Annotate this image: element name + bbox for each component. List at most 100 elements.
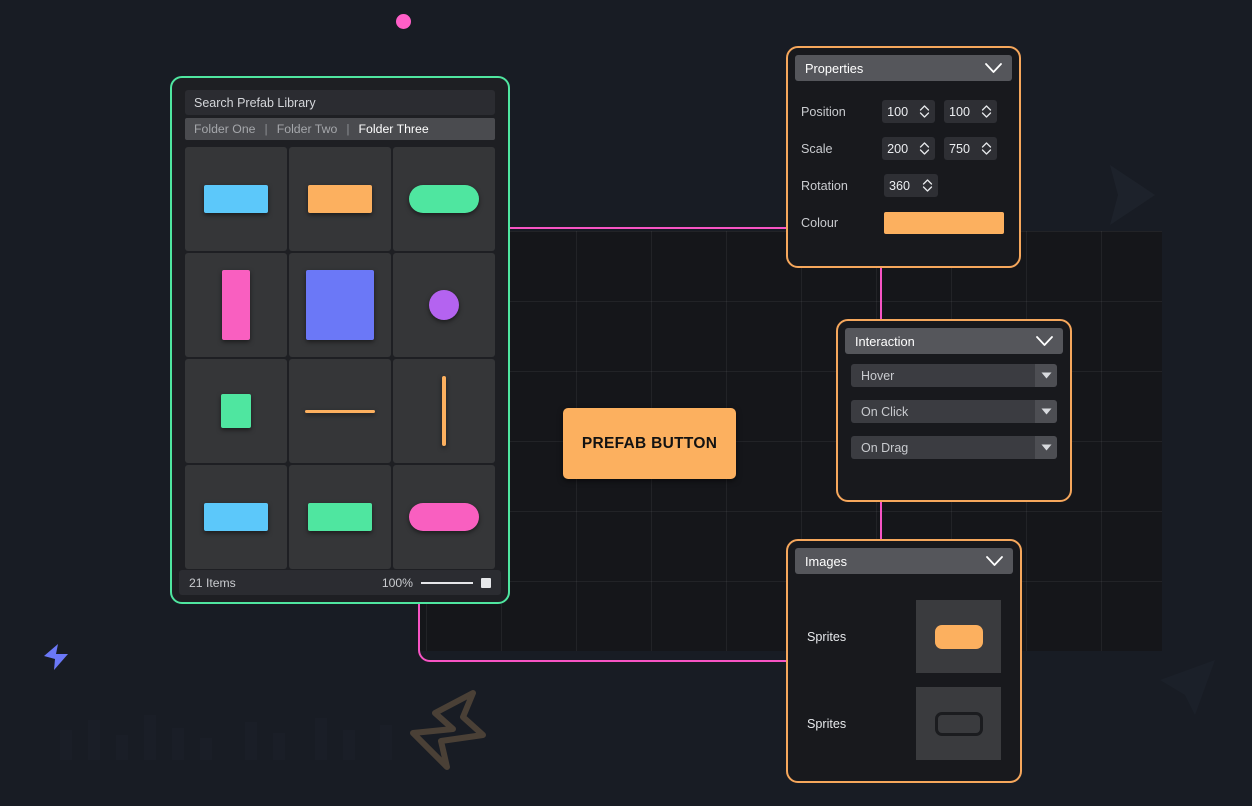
colour-row: Colour [801, 204, 1006, 241]
prefab-button-instance[interactable]: PREFAB BUTTON [563, 408, 736, 479]
prefab-cell[interactable] [289, 465, 391, 569]
prefab-shape-pill-pink [409, 503, 479, 531]
prefab-shape-line-v-orange [442, 376, 446, 446]
rotation-value: 360 [889, 178, 911, 193]
library-footer: 21 Items 100% [179, 570, 501, 595]
prefab-cell[interactable] [393, 253, 495, 357]
stepper-icon[interactable] [981, 104, 992, 119]
dropdown-caret-icon[interactable] [1035, 400, 1057, 423]
sprite-row-outline: Sprites [788, 680, 1020, 767]
position-y-value: 100 [949, 104, 971, 119]
folder-tabs: Folder One | Folder Two | Folder Three [185, 118, 495, 140]
images-body: Sprites Sprites [788, 581, 1020, 767]
connector-library-to-properties [501, 227, 791, 229]
sprite-thumbnail-filled[interactable] [916, 600, 1001, 673]
interaction-body: Hover On Click On Drag [838, 361, 1070, 459]
prefab-shape-rect-orange [308, 185, 372, 213]
pink-dot-decoration [396, 14, 411, 29]
stepper-icon[interactable] [922, 178, 933, 193]
item-count-label: 21 Items [189, 575, 236, 590]
pill-filled-icon [934, 624, 983, 649]
position-row: Position 100 100 [801, 93, 1006, 130]
prefab-shape-rect-blue [204, 185, 268, 213]
properties-panel-header[interactable]: Properties [795, 55, 1012, 81]
scale-row: Scale 200 750 [801, 130, 1006, 167]
hover-select[interactable]: Hover [851, 364, 1057, 387]
prefab-cell[interactable] [185, 147, 287, 251]
prefab-cell[interactable] [185, 465, 287, 569]
colour-swatch[interactable] [884, 211, 1004, 234]
prefab-shape-square-green [221, 394, 251, 428]
sprite-label: Sprites [807, 629, 847, 644]
prefab-cell[interactable] [289, 253, 391, 357]
scale-y-value: 750 [949, 141, 971, 156]
stepper-icon[interactable] [919, 141, 930, 156]
on-drag-select[interactable]: On Drag [851, 436, 1057, 459]
tab-separator: | [264, 122, 268, 136]
prefab-cell[interactable] [185, 253, 287, 357]
prefab-library-panel: Search Prefab Library Folder One | Folde… [170, 76, 510, 604]
scale-y-input[interactable]: 750 [944, 137, 997, 160]
images-panel: Images Sprites Sprites [786, 539, 1022, 783]
pill-outline-icon [934, 711, 983, 736]
prefab-shape-square-blue [306, 270, 374, 340]
chevron-down-icon[interactable] [986, 555, 1003, 567]
scale-label: Scale [801, 141, 833, 156]
images-panel-title: Images [805, 553, 847, 569]
scale-x-input[interactable]: 200 [882, 137, 936, 160]
rotation-label: Rotation [801, 178, 848, 193]
folder-tab-three[interactable]: Folder Three [359, 122, 429, 136]
on-click-select-value: On Click [851, 400, 1035, 423]
prefab-shape-rect-tall-pink [222, 270, 250, 340]
hover-select-value: Hover [851, 364, 1035, 387]
interaction-panel-title: Interaction [855, 333, 915, 349]
folder-tab-one[interactable]: Folder One [194, 122, 256, 136]
chevron-down-icon[interactable] [985, 62, 1002, 74]
app-root: PREFAB BUTTON Search Prefab Library Fold… [0, 0, 1252, 806]
zoom-slider-track[interactable] [421, 581, 473, 584]
properties-body: Position 100 100 Scale 200 750 Rotation … [788, 88, 1019, 241]
properties-panel-title: Properties [805, 60, 864, 76]
prefab-shape-rect-green [308, 503, 372, 531]
properties-panel: Properties Position 100 100 Scale 200 75… [786, 46, 1021, 268]
dropdown-caret-icon[interactable] [1035, 364, 1057, 387]
tab-separator: | [346, 122, 350, 136]
sprite-row-filled: Sprites [788, 593, 1020, 680]
colour-label: Colour [801, 215, 839, 230]
prefab-grid [185, 147, 495, 569]
stepper-icon[interactable] [981, 141, 992, 156]
prefab-shape-pill-green [409, 185, 479, 213]
search-input[interactable]: Search Prefab Library [185, 90, 495, 115]
position-x-input[interactable]: 100 [882, 100, 936, 123]
connector-properties-to-interaction [880, 262, 882, 324]
connector-library-to-images [430, 660, 794, 662]
position-x-value: 100 [887, 104, 909, 119]
prefab-cell[interactable] [289, 147, 391, 251]
dropdown-caret-icon[interactable] [1035, 436, 1057, 459]
on-drag-select-value: On Drag [851, 436, 1035, 459]
interaction-panel-header[interactable]: Interaction [845, 328, 1063, 354]
scale-x-value: 200 [887, 141, 909, 156]
prefab-cell[interactable] [289, 359, 391, 463]
sprite-label: Sprites [807, 716, 847, 731]
folder-tab-two[interactable]: Folder Two [277, 122, 338, 136]
sprite-thumbnail-outline[interactable] [916, 687, 1001, 760]
rotation-input[interactable]: 360 [884, 174, 938, 197]
prefab-cell[interactable] [393, 359, 495, 463]
prefab-cell[interactable] [393, 147, 495, 251]
rotation-row: Rotation 360 [801, 167, 1006, 204]
interaction-panel: Interaction Hover On Click On Drag [836, 319, 1072, 502]
stepper-icon[interactable] [919, 104, 930, 119]
on-click-select[interactable]: On Click [851, 400, 1057, 423]
zoom-control[interactable]: 100% [382, 576, 491, 590]
prefab-cell[interactable] [393, 465, 495, 569]
chevron-down-icon[interactable] [1036, 335, 1053, 347]
zoom-level-label: 100% [381, 575, 413, 590]
zoom-slider-knob[interactable] [481, 577, 491, 588]
background-decoration-arrow-faint [1160, 660, 1215, 715]
position-y-input[interactable]: 100 [944, 100, 997, 123]
prefab-shape-rect-blue-2 [204, 503, 268, 531]
prefab-shape-line-h-orange [305, 409, 375, 413]
images-panel-header[interactable]: Images [795, 548, 1013, 574]
prefab-cell[interactable] [185, 359, 287, 463]
